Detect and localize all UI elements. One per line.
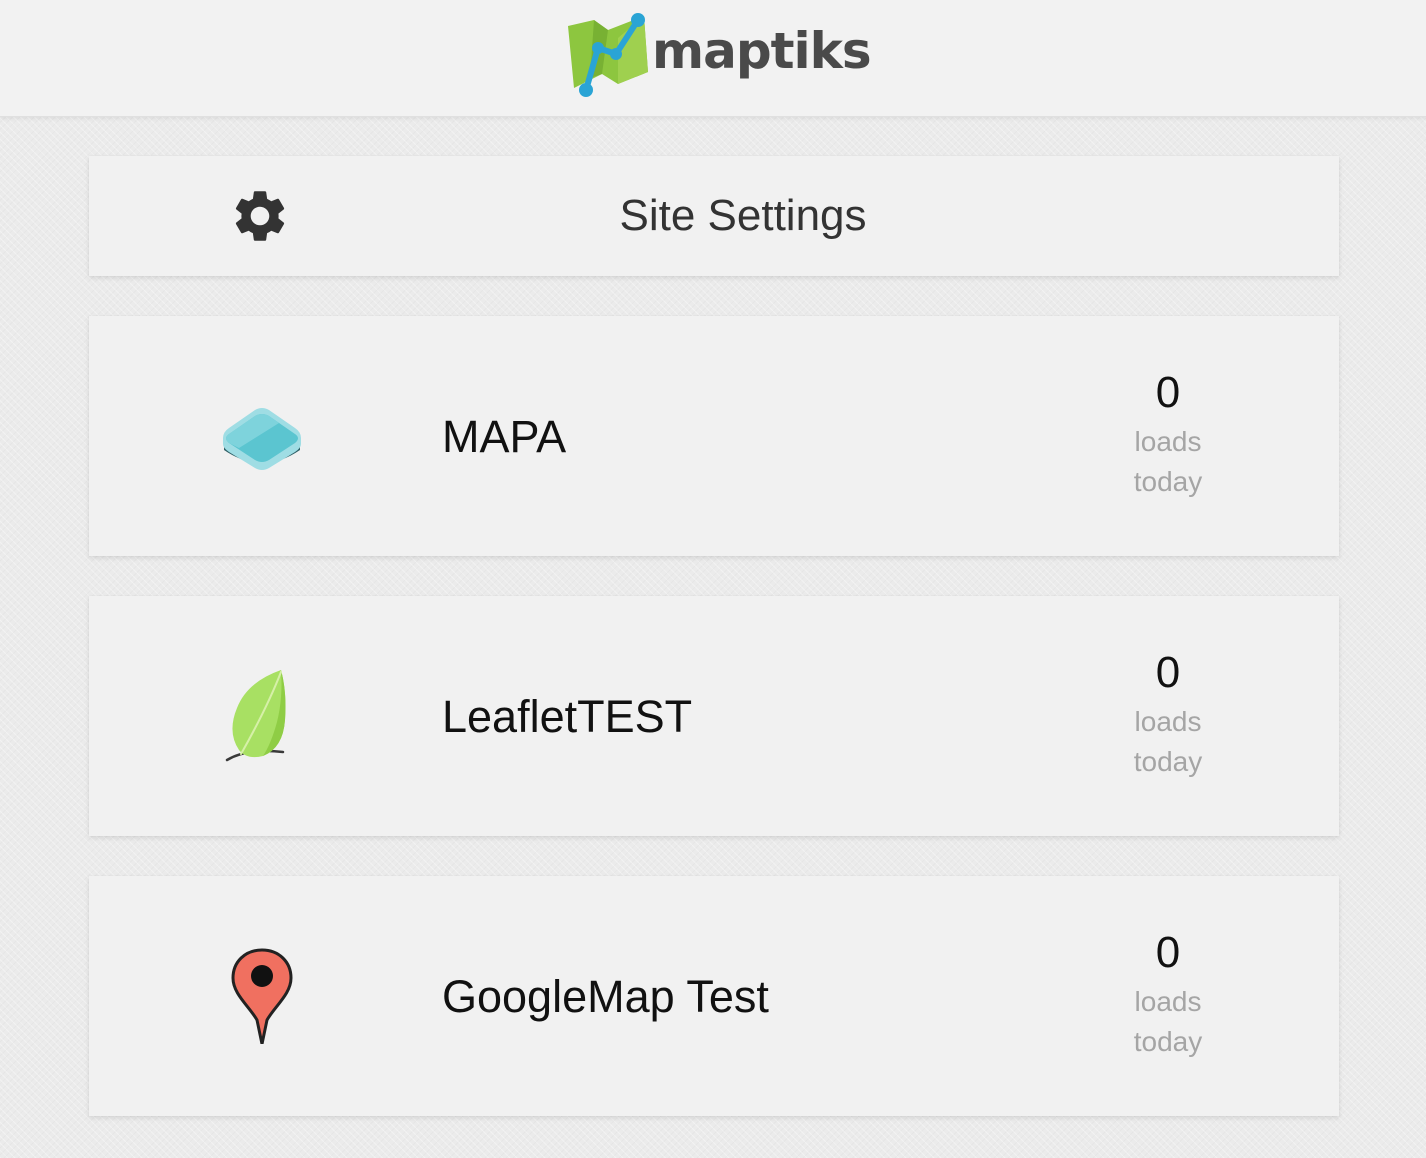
loads-label: loads today — [1133, 426, 1203, 497]
maptiks-logo[interactable]: maptiks — [564, 8, 872, 104]
brand-name: maptiks — [652, 22, 872, 80]
loads-stat: 0 loads today — [1103, 928, 1233, 1062]
site-name[interactable]: GoogleMap Test — [442, 970, 769, 1024]
site-card-googlemap-test[interactable]: GoogleMap Test 0 loads today — [89, 876, 1339, 1116]
site-name[interactable]: MAPA — [442, 410, 566, 464]
map-pin-icon — [231, 948, 293, 1044]
logo-map-icon — [568, 13, 648, 97]
leaf-icon — [225, 670, 286, 762]
loads-label: loads today — [1133, 986, 1203, 1057]
loads-label: loads today — [1133, 706, 1203, 777]
loads-count: 0 — [1155, 928, 1181, 977]
loads-count: 0 — [1155, 648, 1181, 697]
loads-count: 0 — [1155, 368, 1181, 417]
site-card-mapa[interactable]: MAPA 0 loads today — [89, 316, 1339, 556]
site-settings-card[interactable]: Site Settings — [89, 156, 1339, 276]
site-card-leaflettest[interactable]: LeafletTEST 0 loads today — [89, 596, 1339, 836]
top-header: maptiks — [0, 0, 1426, 117]
site-name[interactable]: LeafletTEST — [442, 690, 692, 744]
layers-icon — [223, 408, 301, 470]
loads-stat: 0 loads today — [1103, 368, 1233, 502]
loads-stat: 0 loads today — [1103, 648, 1233, 782]
site-settings-title[interactable]: Site Settings — [89, 190, 1397, 242]
